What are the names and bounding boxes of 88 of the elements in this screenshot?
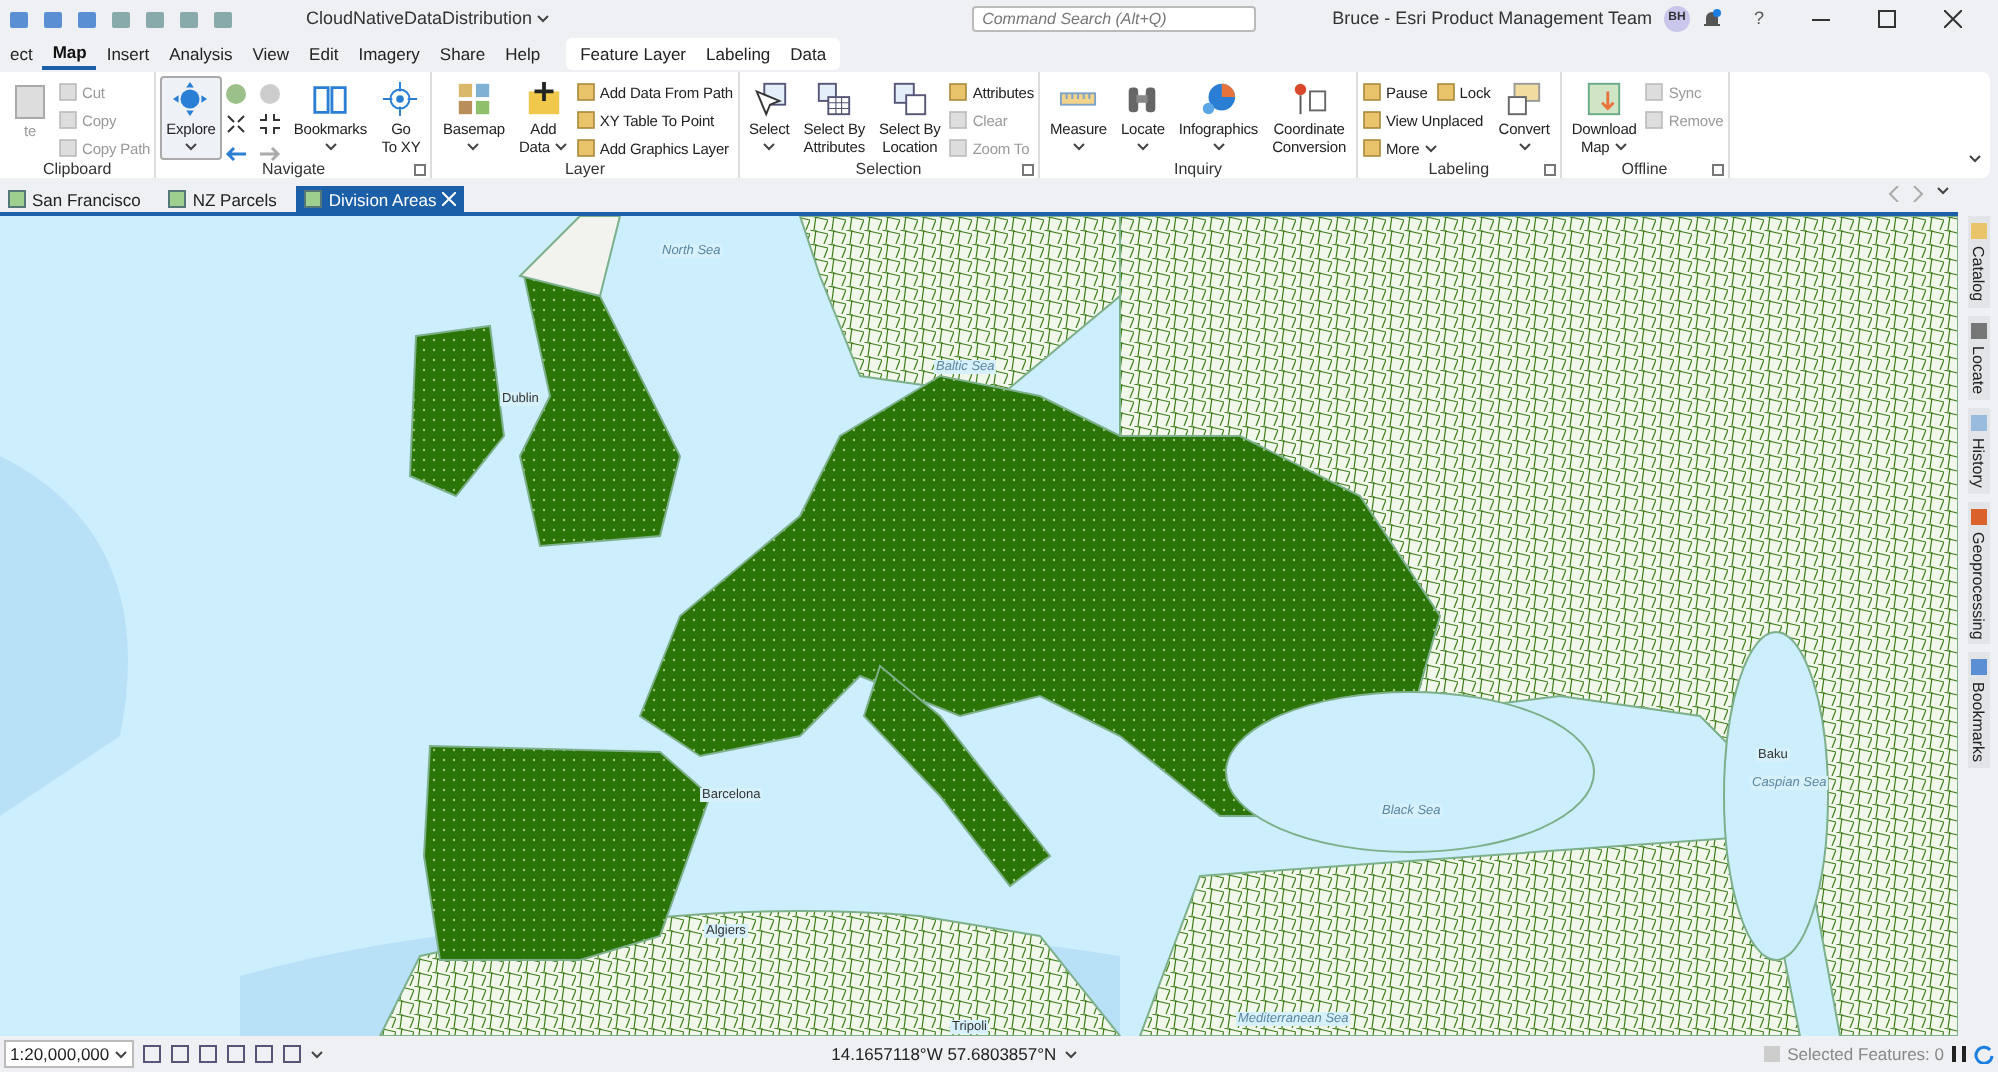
menu-tab[interactable]: Insert xyxy=(96,38,160,70)
caret-icon xyxy=(1211,142,1226,152)
contextual-tab[interactable]: Feature Layer xyxy=(570,38,697,70)
selected-features-text: Selected Features: 0 xyxy=(1787,1044,1944,1064)
caret-icon xyxy=(1135,142,1150,152)
pin-icon xyxy=(1289,80,1330,118)
tiles-icon xyxy=(453,80,494,118)
dock-tab[interactable]: Locate xyxy=(1967,315,1989,400)
menu-tab[interactable]: Help xyxy=(495,38,551,70)
user-name: Bruce - Esri Product Management Team xyxy=(1332,8,1652,28)
dock-tab[interactable]: Geoprocessing xyxy=(1967,501,1989,645)
search-field[interactable]: Command Search (Alt+Q) xyxy=(972,5,1257,31)
caret-icon xyxy=(553,142,568,152)
menu-tab[interactable]: Share xyxy=(429,38,496,70)
label-icon xyxy=(1504,80,1545,118)
group-label: Offline xyxy=(1621,160,1668,178)
group-label: Navigate xyxy=(262,160,326,178)
tile-icon xyxy=(948,110,969,130)
map-icon xyxy=(1584,80,1625,118)
map-icon xyxy=(304,190,323,208)
caret-icon xyxy=(183,142,198,152)
map-icon xyxy=(168,190,187,208)
tile-icon xyxy=(575,110,596,130)
tile-icon xyxy=(58,82,78,102)
group-label: Selection xyxy=(855,160,922,178)
caret-icon xyxy=(1423,143,1438,153)
help-button[interactable]: ? xyxy=(1753,8,1764,28)
zoom-in-icon[interactable] xyxy=(223,112,248,136)
pie-chart-icon xyxy=(1198,80,1239,118)
tile-icon xyxy=(1362,138,1383,158)
map-view-tab[interactable]: NZ Parcels xyxy=(160,186,285,212)
map-icon xyxy=(8,190,26,208)
zoom-out-icon[interactable] xyxy=(257,112,282,136)
tile-icon xyxy=(1362,110,1383,130)
tile-icon xyxy=(948,82,969,102)
caret-icon xyxy=(309,1049,324,1059)
caret-icon xyxy=(1071,142,1086,152)
tile-icon xyxy=(1435,82,1456,102)
tile-icon xyxy=(58,138,78,158)
launcher-icon[interactable] xyxy=(1711,164,1724,176)
coordinates-text: 14.1657118°W 57.6803857°N xyxy=(831,1044,1057,1064)
group-label: Layer xyxy=(564,160,605,178)
back-arrow-icon[interactable] xyxy=(223,142,248,166)
caret-icon xyxy=(1064,1049,1079,1059)
caret-icon xyxy=(762,142,777,152)
caret-icon xyxy=(323,142,338,152)
menu-tab[interactable]: ect xyxy=(0,38,43,70)
group-label: Labeling xyxy=(1428,160,1490,178)
tile-icon xyxy=(1644,110,1665,130)
contextual-tab[interactable]: Labeling xyxy=(696,38,781,70)
overlap-icon xyxy=(889,80,930,118)
tile-icon xyxy=(575,138,596,158)
caret-icon xyxy=(113,1049,128,1059)
contextual-tab[interactable]: Data xyxy=(780,38,837,70)
menu-tab[interactable]: Analysis xyxy=(159,38,243,70)
project-title[interactable]: CloudNativeDataDistribution xyxy=(306,8,551,28)
group-label: Clipboard xyxy=(42,160,112,178)
compass-icon xyxy=(170,80,211,118)
tile-icon xyxy=(948,138,969,158)
cursor-icon xyxy=(749,80,790,118)
maximize-icon[interactable] xyxy=(1878,9,1896,27)
map-view-tab[interactable]: San Francisco xyxy=(0,186,149,212)
caret-icon xyxy=(1613,142,1628,152)
launcher-icon[interactable] xyxy=(1022,164,1034,176)
group-label: Inquiry xyxy=(1174,160,1223,178)
menu-tab[interactable]: Edit xyxy=(299,38,349,70)
dock-tab[interactable]: Bookmarks xyxy=(1967,652,1989,769)
close-icon[interactable] xyxy=(1944,9,1962,27)
launcher-icon[interactable] xyxy=(414,164,427,176)
tile-icon xyxy=(58,110,78,130)
caret-icon xyxy=(1936,186,1950,196)
plus-icon xyxy=(523,80,564,118)
caret-icon xyxy=(536,13,551,23)
dock-tab[interactable]: Catalog xyxy=(1967,216,1989,308)
caret-icon xyxy=(1517,142,1532,152)
menu-tab[interactable]: Imagery xyxy=(348,38,430,70)
scale-field[interactable]: 1:20,000,000 xyxy=(4,1040,134,1068)
bell-icon[interactable] xyxy=(1701,7,1722,29)
menu-tab[interactable]: View xyxy=(242,38,300,70)
tile-icon xyxy=(1644,82,1665,102)
dock-tab[interactable]: History xyxy=(1967,407,1989,493)
pause-icon[interactable] xyxy=(1950,1044,1968,1064)
map-view-tab[interactable]: Division Areas xyxy=(296,186,465,212)
collapse-icon xyxy=(1968,154,1982,164)
tile-icon xyxy=(575,82,596,102)
launcher-icon[interactable] xyxy=(1543,164,1556,176)
tile-icon xyxy=(1362,82,1383,102)
caret-icon xyxy=(466,142,481,152)
